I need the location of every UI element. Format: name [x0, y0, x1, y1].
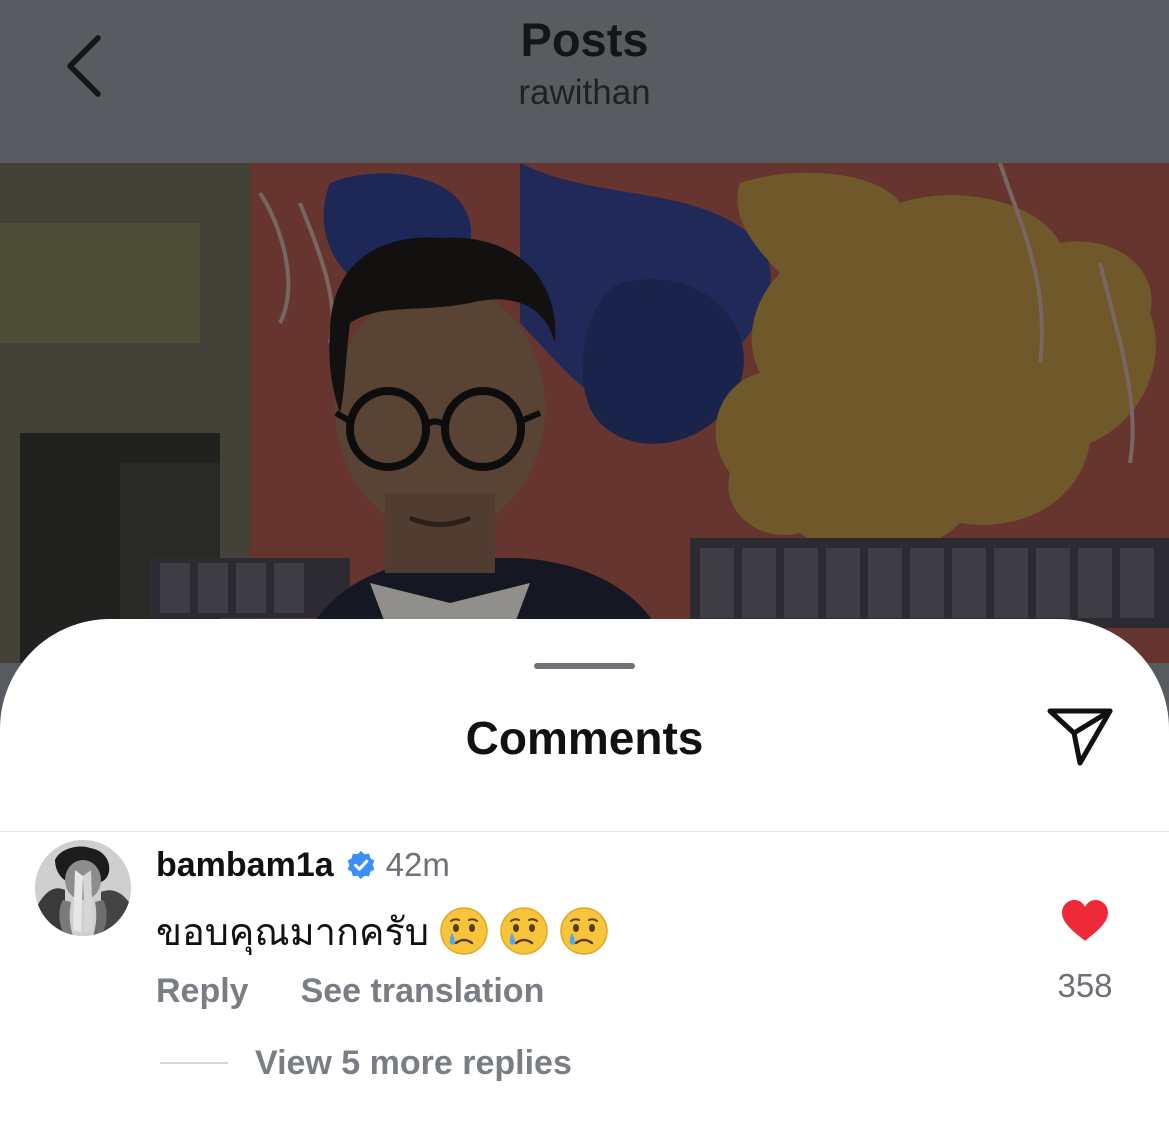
comment-body: ขอบคุณมากครับ [156, 903, 609, 959]
comment-text: ขอบคุณมากครับ [156, 911, 429, 954]
top-nav-bar: Posts rawithan [0, 0, 1169, 163]
divider [0, 831, 1169, 832]
replies-divider-line [160, 1062, 228, 1064]
view-more-replies-button[interactable]: View 5 more replies [255, 1044, 572, 1083]
crying-face-icon [499, 906, 549, 956]
comment-actions: Reply See translation [156, 969, 544, 1013]
verified-badge-icon [346, 850, 376, 880]
like-count: 358 [1057, 967, 1113, 1004]
view-replies-row[interactable]: View 5 more replies [160, 1041, 572, 1085]
heart-icon [1062, 900, 1108, 941]
crying-face-icon [439, 906, 489, 956]
like-button[interactable] [1060, 899, 1110, 943]
see-translation-button[interactable]: See translation [301, 972, 545, 1011]
comment-timestamp: 42m [385, 846, 450, 883]
comments-title: Comments [465, 712, 704, 764]
account-username[interactable]: rawithan [0, 68, 1169, 118]
post-photo [0, 163, 1169, 663]
comment-header: bambam1a 42m [156, 843, 450, 887]
post-photo-illustration [0, 163, 1169, 663]
comments-sheet: Comments bambam1a 42m ขอบคุณมากครับ Repl… [0, 619, 1169, 1132]
reply-button[interactable]: Reply [156, 972, 249, 1011]
avatar-image [35, 840, 131, 936]
app-screen: Posts rawithan Comments bambam1a 42m ขอบ… [0, 0, 1169, 1132]
header-titles: Posts rawithan [0, 12, 1169, 118]
page-title: Posts [520, 13, 649, 66]
share-button[interactable] [1044, 703, 1116, 769]
sheet-drag-handle[interactable] [534, 663, 635, 669]
crying-face-icon [559, 906, 609, 956]
comment-username[interactable]: bambam1a [156, 846, 334, 885]
avatar[interactable] [35, 840, 131, 936]
paper-plane-icon [1047, 708, 1113, 766]
